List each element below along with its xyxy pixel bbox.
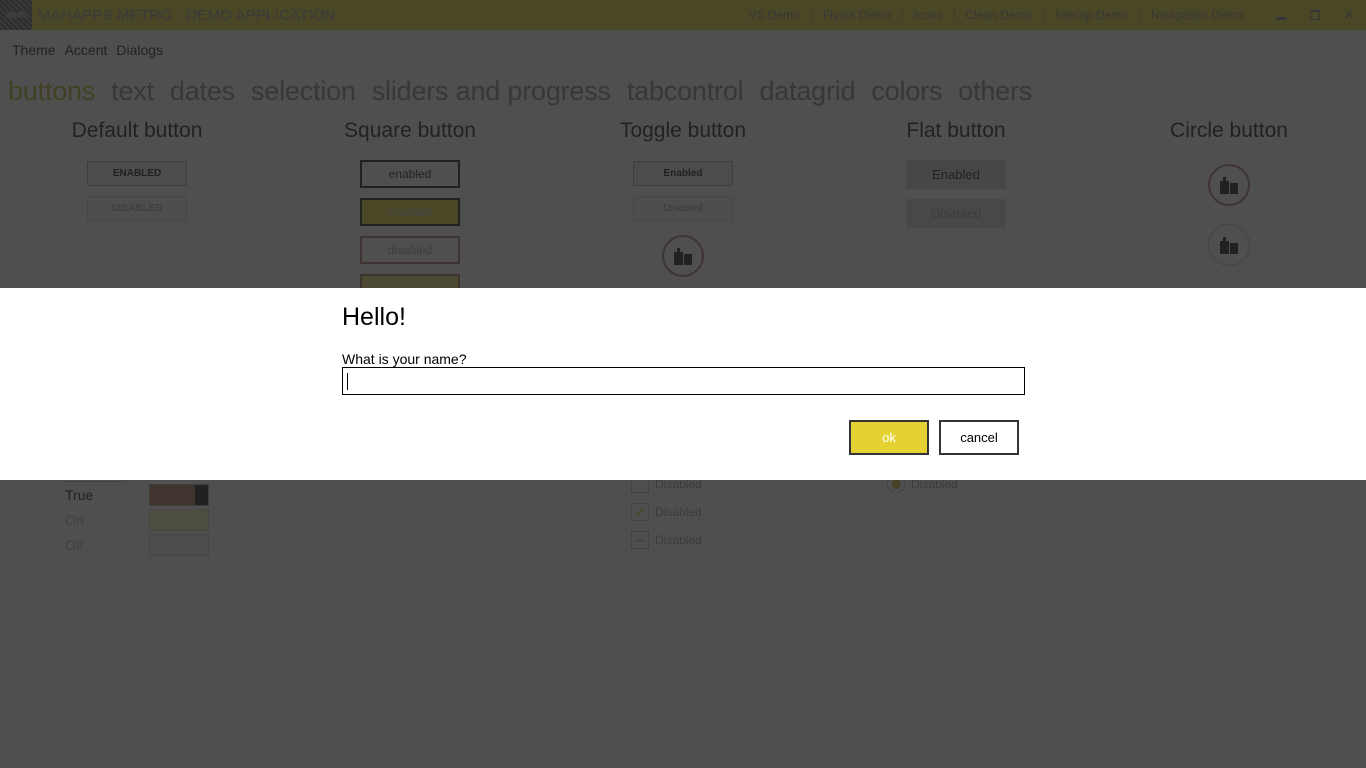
cancel-button[interactable]: cancel [939,420,1019,455]
dialog-message: What is your name? [342,351,467,367]
input-dialog: Hello! What is your name? ok cancel [0,288,1366,480]
text-caret [347,373,348,390]
dialog-title: Hello! [342,303,406,331]
ok-button[interactable]: ok [849,420,929,455]
name-input[interactable] [342,367,1025,395]
